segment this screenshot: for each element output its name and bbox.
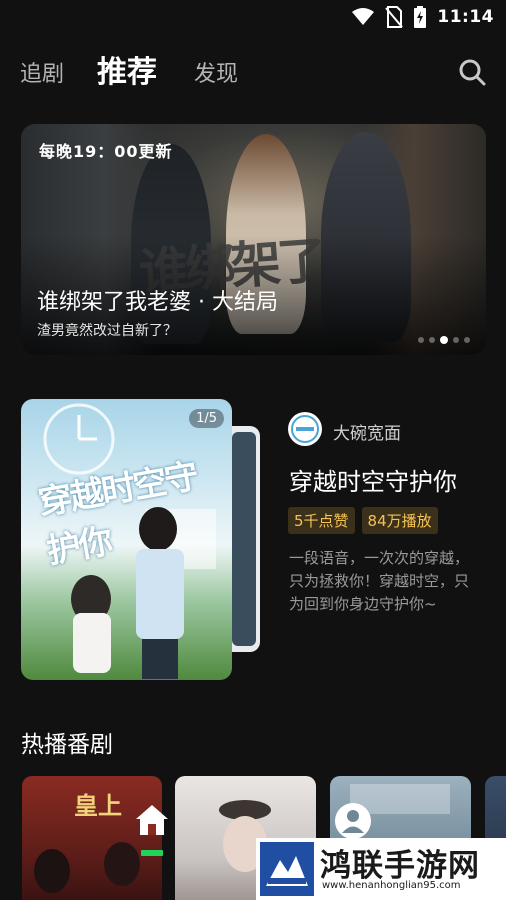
pagination-dot[interactable] bbox=[418, 337, 424, 343]
pagination-dot-active[interactable] bbox=[440, 336, 448, 344]
tab-follow[interactable]: 追剧 bbox=[20, 56, 64, 88]
avatar[interactable] bbox=[288, 412, 322, 446]
home-icon[interactable] bbox=[134, 802, 170, 838]
poster-counter: 1/5 bbox=[189, 409, 224, 428]
plays-badge: 84万播放 bbox=[361, 507, 438, 534]
tab-recommend[interactable]: 推荐 bbox=[97, 47, 157, 91]
likes-badge: 5千点赞 bbox=[288, 507, 355, 534]
feature-tags: 5千点赞 84万播放 bbox=[288, 507, 438, 534]
watermark-text: 鸿联手游网 bbox=[320, 848, 480, 884]
thumbnail-characters bbox=[34, 842, 140, 893]
banner-subtitle: 渣男竟然改过自新了？ bbox=[37, 323, 177, 339]
watermark: 鸿联手游网 www.henanhonglian95.com bbox=[256, 838, 506, 900]
pagination-dot[interactable] bbox=[429, 337, 435, 343]
battery-charging-icon bbox=[414, 6, 427, 28]
next-poster-image bbox=[232, 432, 256, 646]
status-icons: 11:14 bbox=[351, 6, 494, 28]
profile-icon[interactable] bbox=[334, 802, 372, 840]
banner-pagination bbox=[418, 336, 470, 344]
pagination-dot[interactable] bbox=[464, 337, 470, 343]
watermark-logo-icon bbox=[260, 842, 314, 896]
banner-carousel[interactable]: 谁绑架了 每晚19：00更新 谁绑架了我老婆 · 大结局 渣男竟然改过自新了？ bbox=[21, 124, 486, 355]
tab-discover[interactable]: 发现 bbox=[194, 56, 238, 88]
pagination-dot[interactable] bbox=[453, 337, 459, 343]
status-bar: 11:14 bbox=[0, 0, 506, 34]
featured-poster[interactable]: 穿越时空守护你 1/5 bbox=[21, 399, 232, 680]
home-active-indicator bbox=[141, 850, 163, 856]
top-nav: 追剧 推荐 发现 bbox=[20, 50, 486, 94]
no-sim-icon bbox=[385, 6, 404, 28]
section-title-hot: 热播番剧 bbox=[21, 732, 113, 758]
feature-description: 一段语音，一次次的穿越，只为拯救你！穿越时空，只为回到你身边守护你~ bbox=[289, 549, 470, 613]
banner-title: 谁绑架了我老婆 · 大结局 bbox=[37, 290, 278, 315]
status-time: 11:14 bbox=[437, 7, 494, 27]
watermark-url: www.henanhonglian95.com bbox=[322, 880, 461, 891]
channel-name[interactable]: 大碗宽面 bbox=[333, 419, 401, 444]
feature-title[interactable]: 穿越时空守护你 bbox=[289, 462, 457, 497]
wifi-icon bbox=[352, 8, 375, 25]
search-icon[interactable] bbox=[458, 58, 486, 86]
drama-thumbnail[interactable]: 皇上 bbox=[22, 776, 162, 900]
banner-schedule: 每晚19：00更新 bbox=[39, 142, 173, 161]
